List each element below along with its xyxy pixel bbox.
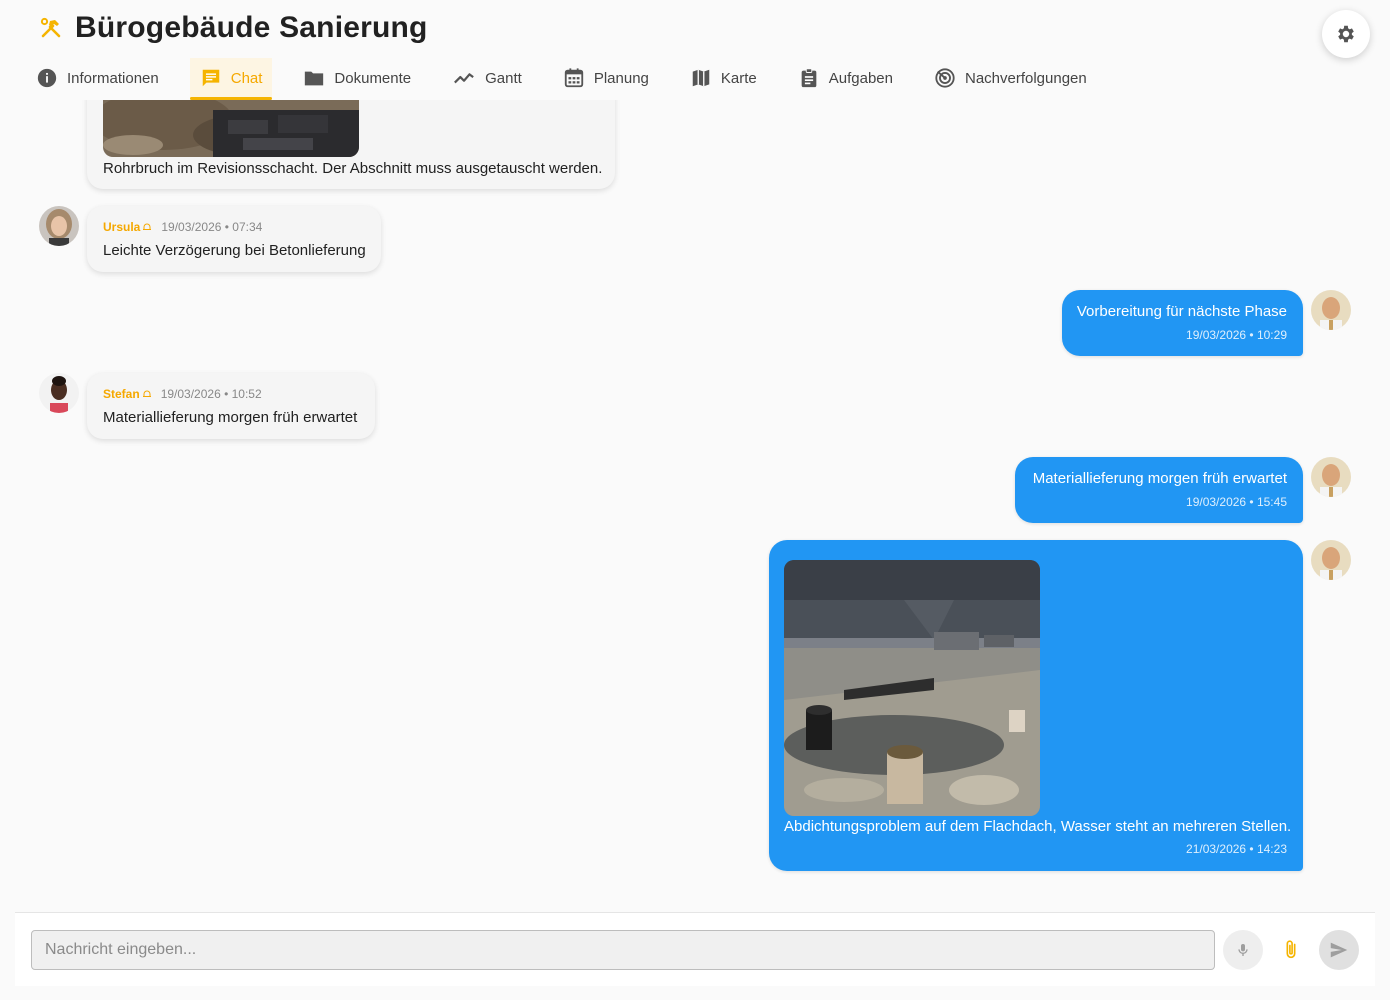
- message-text: Rohrbruch im Revisionsschacht. Der Absch…: [103, 160, 603, 177]
- project-header: Bürogebäude Sanierung Informationen Chat…: [0, 0, 1390, 100]
- send-icon: [1330, 942, 1348, 958]
- tab-label: Aufgaben: [828, 69, 893, 87]
- message-outgoing[interactable]: Materiallieferung morgen früh erwartet 1…: [1015, 457, 1303, 523]
- calendar-icon: [564, 68, 583, 88]
- tab-label: Dokumente: [334, 69, 412, 87]
- tab-chat[interactable]: Chat: [189, 58, 273, 100]
- tab-dokumente[interactable]: Dokumente: [293, 58, 421, 98]
- tab-planung[interactable]: Planung: [553, 58, 659, 98]
- avatar-stefan[interactable]: [39, 373, 79, 413]
- sender-name[interactable]: Ursula: [103, 220, 152, 234]
- tab-aufgaben[interactable]: Aufgaben: [788, 58, 903, 98]
- tab-label: Planung: [593, 69, 649, 87]
- message-text: Materiallieferung morgen früh erwartet: [103, 409, 358, 426]
- microphone-icon: [1238, 944, 1248, 956]
- sender-name[interactable]: Stefan: [103, 387, 152, 401]
- message-outgoing[interactable]: Vorbereitung für nächste Phase 19/03/202…: [1062, 290, 1303, 356]
- message-text: Leichte Verzögerung bei Betonlieferung: [103, 242, 366, 259]
- message-timestamp: 21/03/2026 • 14:23: [1186, 842, 1287, 856]
- avatar-self[interactable]: [1311, 290, 1351, 330]
- folder-icon: [305, 71, 324, 86]
- message-timestamp: 19/03/2026 • 10:52: [160, 387, 262, 401]
- tab-label: Gantt: [485, 69, 522, 87]
- message-outgoing[interactable]: Abdichtungsproblem auf dem Flachdach, Wa…: [769, 540, 1303, 871]
- settings-button[interactable]: [1322, 10, 1370, 58]
- message-text: Materiallieferung morgen früh erwartet: [1032, 470, 1287, 487]
- voice-record-button[interactable]: [1223, 930, 1263, 970]
- tab-label: Informationen: [67, 69, 159, 87]
- title-row: Bürogebäude Sanierung: [38, 8, 428, 48]
- tab-karte[interactable]: Karte: [680, 58, 767, 98]
- tab-informationen[interactable]: Informationen: [26, 58, 169, 98]
- send-button[interactable]: [1319, 930, 1359, 970]
- map-icon: [692, 69, 710, 87]
- gear-icon: [1338, 25, 1354, 43]
- tab-label: Chat: [230, 69, 263, 87]
- chat-icon: [202, 69, 219, 87]
- message-timestamp: 19/03/2026 • 07:34: [161, 220, 263, 234]
- message-image-flat-roof[interactable]: [784, 560, 1040, 816]
- message-incoming[interactable]: Ursula 19/03/2026 • 07:34 Leichte Verzög…: [87, 206, 381, 272]
- tab-nachverfolgungen[interactable]: Nachverfolgungen: [924, 58, 1097, 98]
- avatar-ursula[interactable]: [39, 206, 79, 246]
- chat-thread: Rohrbruch im Revisionsschacht. Der Absch…: [0, 0, 1390, 1000]
- page-title: Bürogebäude Sanierung: [75, 11, 428, 44]
- message-text: Abdichtungsproblem auf dem Flachdach, Wa…: [784, 818, 1292, 835]
- avatar-self[interactable]: [1311, 457, 1351, 497]
- message-text: Vorbereitung für nächste Phase: [1076, 303, 1287, 320]
- avatar-self[interactable]: [1311, 540, 1351, 580]
- message-timestamp: 19/03/2026 • 10:29: [1186, 328, 1287, 342]
- clipboard-icon: [801, 68, 817, 88]
- attach-button[interactable]: [1271, 930, 1311, 970]
- message-incoming[interactable]: Stefan 19/03/2026 • 10:52 Materialliefer…: [87, 373, 375, 439]
- tab-gantt[interactable]: Gantt: [442, 58, 532, 98]
- paperclip-icon: [1286, 940, 1296, 959]
- message-timestamp: 19/03/2026 • 15:45: [1186, 495, 1287, 509]
- trend-line-icon: [454, 73, 474, 84]
- message-input[interactable]: [31, 930, 1215, 970]
- info-icon: [37, 68, 57, 88]
- message-composer: [15, 912, 1375, 986]
- tab-bar: Informationen Chat Dokumente Gantt Planu…: [26, 58, 1118, 100]
- hammer-wrench-icon: [38, 15, 64, 41]
- radar-icon: [935, 68, 955, 88]
- tab-label: Karte: [720, 69, 757, 87]
- hard-hat-icon: [143, 223, 152, 230]
- hard-hat-icon: [142, 390, 151, 397]
- tab-label: Nachverfolgungen: [964, 69, 1087, 87]
